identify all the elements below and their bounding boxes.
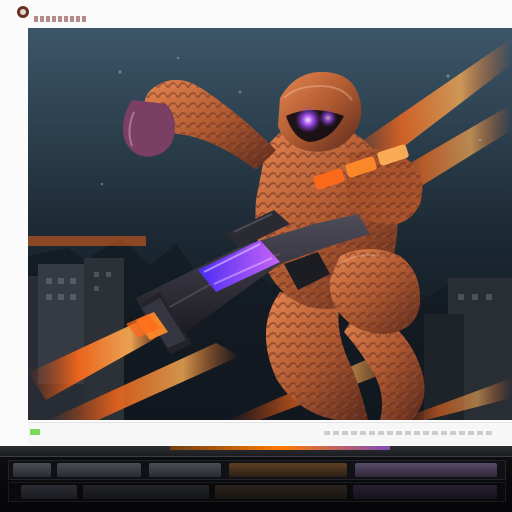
- artwork-frame: [28, 28, 512, 420]
- artwork-footer-strip: [28, 422, 512, 445]
- armored-warrior-artwork: [28, 28, 512, 420]
- timeline-clip[interactable]: [355, 463, 497, 477]
- timeline-clip[interactable]: [21, 485, 77, 499]
- corner-logo: [16, 4, 30, 18]
- timeline-clip[interactable]: [83, 485, 209, 499]
- timeline-clip[interactable]: [353, 485, 497, 499]
- timeline-clip[interactable]: [215, 485, 347, 499]
- footer-metadata-line: [324, 431, 494, 435]
- timeline-clip[interactable]: [229, 463, 347, 477]
- timeline-panel[interactable]: [0, 446, 512, 512]
- corner-logo-icon: [17, 6, 29, 18]
- top-title-scribble: [34, 16, 86, 22]
- timeline-progress[interactable]: [170, 446, 390, 450]
- timeline-clip[interactable]: [13, 463, 51, 477]
- timeline-clip[interactable]: [149, 463, 221, 477]
- timeline-clip[interactable]: [57, 463, 141, 477]
- screenshot-page: [0, 0, 512, 512]
- timeline-track-2[interactable]: [8, 482, 506, 502]
- status-chip: [30, 429, 40, 435]
- timeline-track-1[interactable]: [8, 460, 506, 480]
